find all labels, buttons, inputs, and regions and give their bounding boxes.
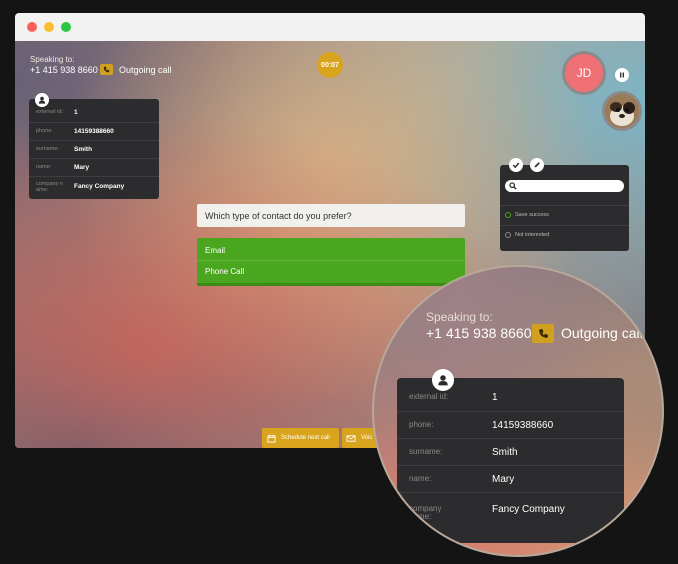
- phone-number: +1 415 938 8660: [30, 65, 98, 75]
- voicemail-label: Voic: [361, 435, 373, 441]
- info-label: name:: [36, 164, 52, 170]
- info-label: surname:: [36, 146, 59, 152]
- info-row: company n ame: Fancy Company: [29, 176, 159, 199]
- magnified-contact-info-panel: external id: 1 phone: 14159388660 surnam…: [397, 378, 624, 543]
- info-value: Mary: [492, 474, 515, 485]
- contact-info-panel: external id: 1 phone: 14159388660 surnam…: [29, 99, 159, 199]
- info-label: phone:: [36, 128, 53, 134]
- magnifier-lens: Speaking to: +1 415 938 8660 Outgoing ca…: [372, 265, 664, 557]
- info-row: surname: Smith: [29, 140, 159, 159]
- info-row: external id: 1: [397, 384, 624, 411]
- maximize-window-button[interactable]: [61, 22, 71, 32]
- outcome-search-input[interactable]: [505, 180, 624, 192]
- info-value: Smith: [492, 447, 518, 458]
- user-icon: [35, 93, 49, 107]
- call-status: Outgoing call: [119, 65, 172, 75]
- calendar-icon: [267, 434, 276, 443]
- radio-button[interactable]: [505, 232, 511, 238]
- info-value: 1: [74, 109, 78, 116]
- info-value: Smith: [74, 146, 93, 153]
- answer-option-email[interactable]: Email: [205, 246, 225, 255]
- contact-avatar[interactable]: [602, 91, 642, 131]
- info-label: external id:: [36, 109, 63, 115]
- info-row: name: Mary: [29, 158, 159, 177]
- magnified-phone-number: +1 415 938 8660: [426, 325, 532, 341]
- answer-option-phone-call[interactable]: Phone Call: [205, 267, 244, 276]
- schedule-next-call-button[interactable]: Schedule next call: [262, 428, 339, 448]
- outcome-panel: Save success Not interested: [500, 165, 629, 251]
- pencil-icon[interactable]: [530, 158, 544, 172]
- info-row: name: Mary: [397, 465, 624, 493]
- magnified-call-status: Outgoing call: [561, 325, 643, 341]
- speaking-to-label: Speaking to:: [30, 55, 75, 64]
- minimize-window-button[interactable]: [44, 22, 54, 32]
- divider: [197, 260, 465, 261]
- info-value: Fancy Company: [492, 504, 565, 515]
- answer-list: Email Phone Call: [197, 238, 465, 286]
- info-value: 14159388660: [74, 128, 114, 135]
- search-icon: [509, 182, 517, 190]
- info-value: 1: [492, 392, 498, 403]
- phone-icon: [100, 64, 113, 75]
- outcome-label: Save success: [515, 212, 549, 218]
- close-window-button[interactable]: [27, 22, 37, 32]
- pause-button[interactable]: [615, 68, 629, 82]
- info-label: name:: [409, 474, 432, 483]
- outcome-option-not-interested[interactable]: Not interested: [500, 225, 629, 246]
- info-label: surname:: [409, 447, 443, 456]
- magnified-user-icon: [432, 369, 454, 391]
- info-value: 14159388660: [492, 420, 554, 431]
- info-row: phone: 14159388660: [397, 411, 624, 439]
- info-row: surname: Smith: [397, 438, 624, 466]
- info-label: company name:: [409, 504, 442, 521]
- script-question: Which type of contact do you prefer?: [197, 204, 465, 227]
- info-value: Mary: [74, 164, 90, 171]
- info-row: external id: 1: [29, 104, 159, 122]
- call-timer: 00:07: [317, 52, 343, 78]
- info-row: company name: Fancy Company: [397, 492, 624, 533]
- info-row: phone: 14159388660: [29, 122, 159, 141]
- magnified-speaking-to-label: Speaking to:: [426, 310, 493, 324]
- info-label: company n ame:: [36, 181, 63, 193]
- info-value: Fancy Company: [74, 183, 125, 190]
- voicemail-icon: [346, 434, 356, 442]
- outcome-label: Not interested: [515, 232, 550, 238]
- radio-button[interactable]: [505, 212, 511, 218]
- agent-avatar[interactable]: JD: [562, 51, 606, 95]
- magnified-phone-icon: [532, 324, 554, 343]
- outcome-option-save-success[interactable]: Save success: [500, 205, 629, 226]
- info-label: phone:: [409, 420, 434, 429]
- schedule-label: Schedule next call: [281, 435, 330, 441]
- check-icon[interactable]: [509, 158, 523, 172]
- info-label: external id:: [409, 392, 449, 401]
- window-titlebar: [15, 13, 645, 41]
- pause-icon: [620, 72, 624, 78]
